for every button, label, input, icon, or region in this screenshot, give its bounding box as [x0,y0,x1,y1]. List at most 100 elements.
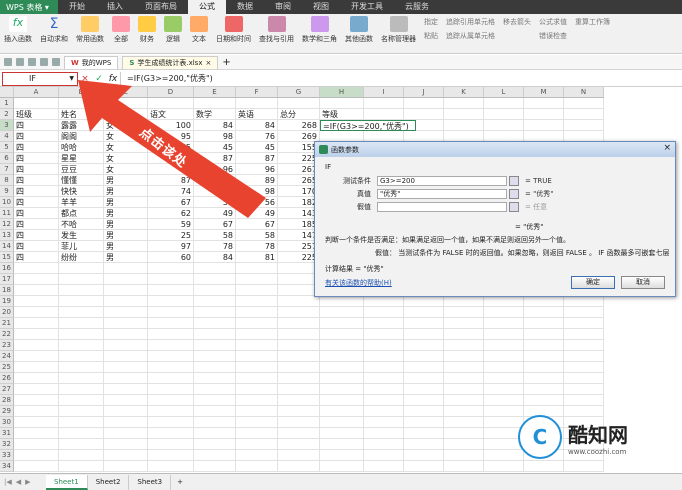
table-cell[interactable] [194,285,236,296]
table-cell[interactable]: 菲儿 [59,241,104,252]
table-cell[interactable] [524,109,564,120]
name-box[interactable]: IF ▼ [2,71,78,86]
table-cell[interactable]: 四 [14,230,59,241]
table-cell[interactable] [320,296,364,307]
table-cell[interactable]: 班级 [14,109,59,120]
table-cell[interactable] [104,373,148,384]
table-cell[interactable] [404,450,444,461]
row-header[interactable]: 8 [0,175,14,186]
row-header[interactable]: 20 [0,307,14,318]
recalc-button[interactable]: 重算工作簿 [575,17,610,27]
table-cell[interactable] [59,428,104,439]
table-cell[interactable] [194,450,236,461]
table-cell[interactable] [236,362,278,373]
table-cell[interactable] [404,329,444,340]
table-cell[interactable] [59,340,104,351]
table-cell[interactable] [444,417,484,428]
table-cell[interactable] [564,98,604,109]
table-cell[interactable] [148,417,194,428]
table-cell[interactable] [236,351,278,362]
table-cell[interactable]: =IF(G3>=200,"优秀") [320,120,416,131]
table-cell[interactable]: 25 [148,230,194,241]
table-cell[interactable] [194,351,236,362]
table-cell[interactable] [59,307,104,318]
table-cell[interactable]: 四 [14,142,59,153]
table-cell[interactable] [59,461,104,472]
row-header[interactable]: 28 [0,395,14,406]
table-cell[interactable] [364,340,404,351]
row-header[interactable]: 21 [0,318,14,329]
table-cell[interactable] [404,307,444,318]
table-cell[interactable] [148,307,194,318]
table-cell[interactable]: 67 [236,219,278,230]
tab-home[interactable]: 开始 [58,0,96,14]
table-cell[interactable] [194,439,236,450]
close-tab-icon[interactable]: × [205,59,211,67]
table-cell[interactable] [194,373,236,384]
row-header[interactable]: 4 [0,131,14,142]
evaluate-formula-button[interactable]: 公式求值 [539,17,567,27]
table-cell[interactable] [194,340,236,351]
table-cell[interactable] [59,450,104,461]
table-cell[interactable]: 四 [14,120,59,131]
table-cell[interactable] [444,384,484,395]
row-header[interactable]: 9 [0,186,14,197]
table-cell[interactable] [524,329,564,340]
table-cell[interactable] [444,373,484,384]
table-cell[interactable] [564,318,604,329]
table-cell[interactable] [59,406,104,417]
table-cell[interactable] [104,384,148,395]
table-cell[interactable] [564,351,604,362]
table-cell[interactable] [104,263,148,274]
row-header[interactable]: 15 [0,252,14,263]
table-cell[interactable] [484,373,524,384]
table-cell[interactable] [364,109,404,120]
table-cell[interactable] [278,428,320,439]
table-cell[interactable]: 总分 [278,109,320,120]
table-cell[interactable] [444,340,484,351]
name-manager-button[interactable]: 名称管理器 [377,16,420,53]
tab-cloud[interactable]: 云服务 [394,0,440,14]
table-cell[interactable] [148,285,194,296]
row-header[interactable]: 27 [0,384,14,395]
row-header[interactable]: 17 [0,274,14,285]
financial-button[interactable]: 财务 [134,16,160,53]
table-cell[interactable] [364,406,404,417]
common-functions-button[interactable]: 常用函数 [72,16,108,53]
tab-review[interactable]: 审阅 [264,0,302,14]
table-cell[interactable] [104,296,148,307]
table-cell[interactable] [278,329,320,340]
table-cell[interactable] [404,296,444,307]
table-cell[interactable]: 67 [194,219,236,230]
table-cell[interactable]: 78 [194,241,236,252]
table-cell[interactable] [404,384,444,395]
table-cell[interactable] [320,318,364,329]
table-cell[interactable] [236,307,278,318]
table-cell[interactable] [524,340,564,351]
table-cell[interactable] [404,109,444,120]
table-cell[interactable] [194,406,236,417]
table-cell[interactable] [524,296,564,307]
table-cell[interactable] [236,406,278,417]
logical-button[interactable]: 逻辑 [160,16,186,53]
app-menu-button[interactable]: WPS 表格 ▾ [0,0,58,14]
table-cell[interactable] [194,461,236,472]
table-cell[interactable] [148,362,194,373]
row-header[interactable]: 3 [0,120,14,131]
table-cell[interactable]: 四 [14,153,59,164]
table-cell[interactable] [364,362,404,373]
table-cell[interactable] [194,296,236,307]
row-header[interactable]: 6 [0,153,14,164]
row-header[interactable]: 1 [0,98,14,109]
test-condition-input[interactable]: G3>=200 [377,176,507,186]
table-cell[interactable] [278,318,320,329]
table-cell[interactable] [278,406,320,417]
table-cell[interactable] [236,395,278,406]
table-cell[interactable] [364,98,404,109]
table-cell[interactable] [484,362,524,373]
table-cell[interactable] [364,461,404,472]
table-cell[interactable] [14,263,59,274]
all-functions-button[interactable]: 全部 [108,16,134,53]
table-cell[interactable] [14,450,59,461]
row-header[interactable]: 10 [0,197,14,208]
